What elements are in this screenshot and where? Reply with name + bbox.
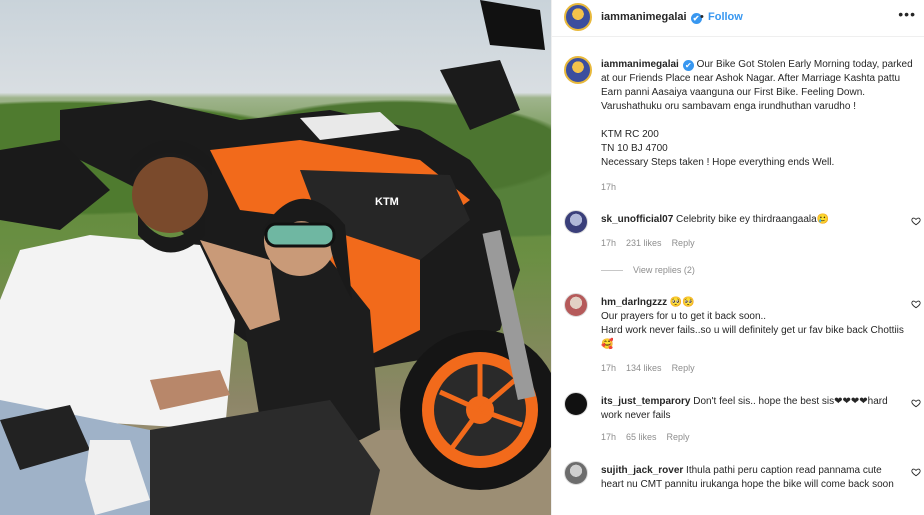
bike-and-people-illustration: KTM xyxy=(0,0,551,515)
comment-text: hm_darlngzzz 🥺🥺 Our prayers for u to get… xyxy=(601,296,906,352)
comment-body-line3: Hard work never fails..so u will definit… xyxy=(601,325,904,350)
comment-meta: 17h 134 likes Reply xyxy=(601,363,705,373)
view-replies-button[interactable]: View replies (2) xyxy=(601,265,695,275)
commenter-avatar[interactable] xyxy=(564,293,588,317)
like-heart-icon[interactable] xyxy=(911,398,921,408)
caption-avatar[interactable] xyxy=(564,56,592,84)
commenter-avatar[interactable] xyxy=(564,392,588,416)
post-side-panel: iammanimegalai ✔ • Follow ••• iammanimega… xyxy=(551,0,924,515)
comment-meta: 17h 65 likes Reply xyxy=(601,432,700,442)
header-separator: • xyxy=(700,11,704,23)
caption-line-bike-model: KTM RC 200 xyxy=(601,129,659,140)
comment-likes[interactable]: 134 likes xyxy=(626,363,662,373)
post-header: iammanimegalai ✔ • Follow ••• xyxy=(552,0,924,37)
header-username-text[interactable]: iammanimegalai xyxy=(601,11,687,23)
caption-line-steps: Necessary Steps taken ! Hope everything … xyxy=(601,157,835,168)
like-heart-icon[interactable] xyxy=(911,216,921,226)
comment-text: sk_unofficial07 Celebrity bike ey thirdr… xyxy=(601,213,906,227)
reply-button[interactable]: Reply xyxy=(672,238,695,248)
caption-verified-badge-icon: ✔ xyxy=(682,60,694,71)
comment-username[interactable]: its_just_temparory xyxy=(601,396,690,407)
avatar[interactable] xyxy=(564,3,592,31)
like-heart-icon[interactable] xyxy=(911,467,921,477)
caption-text: iammanimegalai ✔ Our Bike Got Stolen Earl… xyxy=(601,58,915,170)
post-photo[interactable]: KTM xyxy=(0,0,551,515)
comment-body-line2: Our prayers for u to get it back soon.. xyxy=(601,311,767,322)
comment-time[interactable]: 17h xyxy=(601,432,616,442)
comment-username[interactable]: hm_darlngzzz xyxy=(601,297,667,308)
more-options-icon[interactable]: ••• xyxy=(898,6,916,22)
comment-username[interactable]: sujith_jack_rover xyxy=(601,465,683,476)
comment-likes[interactable]: 231 likes xyxy=(626,238,662,248)
follow-button[interactable]: Follow xyxy=(708,11,743,23)
header-username[interactable]: iammanimegalai ✔ xyxy=(601,11,702,24)
comment-text: its_just_temparory Don't feel sis.. hope… xyxy=(601,395,906,423)
comment-body: Celebrity bike ey thirdraangaala🥲 xyxy=(676,214,830,225)
comment-body: 🥺🥺 xyxy=(669,297,695,308)
caption-line-registration: TN 10 BJ 4700 xyxy=(601,143,668,154)
comment-username[interactable]: sk_unofficial07 xyxy=(601,214,673,225)
comment-likes[interactable]: 65 likes xyxy=(626,432,657,442)
commenter-avatar[interactable] xyxy=(564,210,588,234)
reply-button[interactable]: Reply xyxy=(672,363,695,373)
comment-time[interactable]: 17h xyxy=(601,363,616,373)
commenter-avatar[interactable] xyxy=(564,461,588,485)
comment-meta: 17h 231 likes Reply xyxy=(601,238,705,248)
reply-button[interactable]: Reply xyxy=(667,432,690,442)
like-heart-icon[interactable] xyxy=(911,299,921,309)
caption-username[interactable]: iammanimegalai xyxy=(601,59,679,70)
comment-text: sujith_jack_rover Ithula pathi peru capt… xyxy=(601,464,906,492)
comment-time[interactable]: 17h xyxy=(601,238,616,248)
caption-timestamp[interactable]: 17h xyxy=(601,182,616,192)
bike-brand-text: KTM xyxy=(375,196,399,208)
